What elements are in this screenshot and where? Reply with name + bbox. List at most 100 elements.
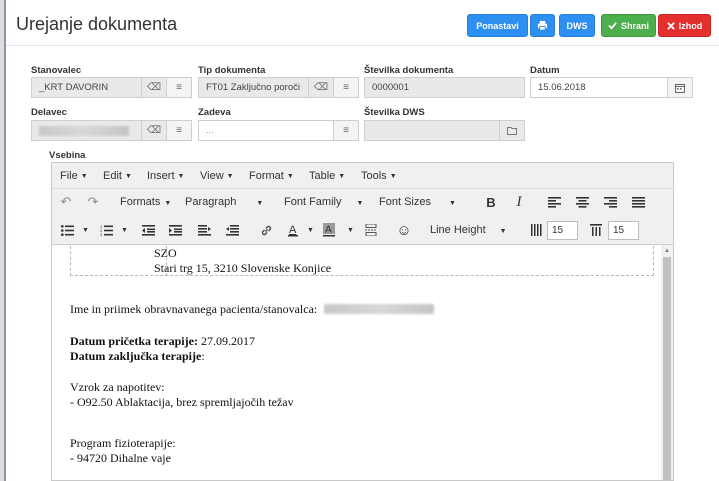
letter-spacing-icon[interactable] bbox=[527, 221, 545, 239]
worker-value-redacted bbox=[39, 125, 129, 136]
resident-field[interactable]: _KRT DAVORIN bbox=[31, 77, 142, 98]
bold-icon[interactable]: B bbox=[482, 193, 500, 211]
numbered-list-icon[interactable]: 123 bbox=[97, 221, 115, 239]
caret-down-icon: ▼ bbox=[256, 200, 264, 207]
indent-icon[interactable] bbox=[166, 221, 184, 239]
eraser-icon: ⌫ bbox=[146, 125, 162, 136]
exit-button[interactable]: Izhod bbox=[658, 14, 711, 37]
svg-text:A: A bbox=[289, 224, 297, 236]
caret-down-icon[interactable]: ▼ bbox=[121, 227, 128, 234]
formats-dropdown[interactable]: Formats ▼ bbox=[120, 196, 171, 208]
dws-button-label: DWS bbox=[566, 20, 588, 31]
menu-edit[interactable]: Edit ▼ bbox=[103, 170, 132, 182]
resident-clear-button[interactable]: ⌫ bbox=[141, 77, 167, 98]
print-button[interactable] bbox=[530, 14, 555, 37]
resident-list-button[interactable]: ≡ bbox=[166, 77, 192, 98]
org-name: SZO bbox=[154, 246, 177, 260]
line-height-input-b[interactable]: 15 bbox=[608, 221, 639, 240]
dws-button[interactable]: DWS bbox=[559, 14, 595, 37]
caret-down-icon: ▼ bbox=[164, 200, 172, 207]
menu-format[interactable]: Format ▼ bbox=[249, 170, 294, 182]
menu-view[interactable]: View ▼ bbox=[200, 170, 234, 182]
link-icon[interactable] bbox=[257, 221, 275, 239]
doc-type-field[interactable]: FT01 Zaključno poroči bbox=[198, 77, 309, 98]
caret-down-icon[interactable]: ▼ bbox=[347, 227, 354, 234]
line-height-dropdown[interactable]: Line Height ▼ bbox=[430, 224, 507, 236]
rtl-icon[interactable] bbox=[223, 221, 241, 239]
font-sizes-dropdown[interactable]: Font Sizes ▼ bbox=[379, 196, 456, 208]
doc-type-value: FT01 Zaključno poroči bbox=[206, 82, 300, 93]
worker-field[interactable] bbox=[31, 120, 142, 141]
therapy-start-label: Datum pričetka terapije: bbox=[70, 334, 198, 348]
align-justify-icon[interactable] bbox=[629, 193, 647, 211]
ltr-icon[interactable] bbox=[195, 221, 213, 239]
background-color-icon[interactable]: A bbox=[320, 221, 338, 239]
therapy-end-label: Datum zaključka terapije bbox=[70, 349, 202, 363]
menu-insert[interactable]: Insert ▼ bbox=[147, 170, 184, 182]
paragraph-label: Paragraph bbox=[185, 196, 237, 208]
caret-down-icon[interactable]: ▼ bbox=[82, 227, 89, 234]
editor-content[interactable]: SZO Stari trg 15, 3210 Slovenske Konjice… bbox=[52, 245, 661, 480]
list-icon: ≡ bbox=[176, 125, 182, 136]
caret-down-icon: ▼ bbox=[124, 173, 132, 180]
caret-down-icon: ▼ bbox=[499, 228, 507, 235]
align-right-icon[interactable] bbox=[601, 193, 619, 211]
check-icon bbox=[608, 22, 617, 30]
scroll-up-arrow-icon[interactable]: ▲ bbox=[664, 248, 670, 254]
doc-type-clear-button[interactable]: ⌫ bbox=[308, 77, 334, 98]
menu-table-label: Table bbox=[309, 170, 336, 182]
caret-down-icon: ▼ bbox=[389, 173, 397, 180]
date-field[interactable]: 15.06.2018 bbox=[530, 77, 668, 98]
subject-field[interactable]: ... bbox=[198, 120, 334, 141]
save-button[interactable]: Shrani bbox=[601, 14, 656, 37]
emoticons-icon[interactable]: ☺ bbox=[395, 221, 413, 239]
list-icon: ≡ bbox=[343, 125, 349, 136]
bullet-list-icon[interactable] bbox=[58, 221, 76, 239]
program-label: Program fizioterapije: bbox=[70, 436, 176, 450]
worker-clear-button[interactable]: ⌫ bbox=[141, 120, 167, 141]
menu-file[interactable]: File ▼ bbox=[60, 170, 88, 182]
text-color-icon[interactable]: A bbox=[284, 221, 302, 239]
caret-down-icon: ▼ bbox=[448, 200, 456, 207]
paragraph-dropdown[interactable]: Paragraph ▼ bbox=[185, 196, 263, 208]
italic-icon[interactable]: I bbox=[510, 193, 528, 211]
editor-toolbar-row-1: ↶ ↷ Formats ▼ Paragraph ▼ Font Family ▼ Fon… bbox=[52, 189, 673, 217]
menu-table[interactable]: Table ▼ bbox=[309, 170, 345, 182]
paragraph-spacing-icon[interactable] bbox=[587, 221, 605, 239]
outdent-icon[interactable] bbox=[139, 221, 157, 239]
worker-list-button[interactable]: ≡ bbox=[166, 120, 192, 141]
therapy-start-value: 27.09.2017 bbox=[197, 334, 255, 348]
print-icon bbox=[537, 20, 548, 31]
caret-down-icon[interactable]: ▼ bbox=[307, 227, 314, 234]
date-label: Datum bbox=[530, 65, 560, 76]
list-icon: ≡ bbox=[176, 82, 182, 93]
resident-label: Stanovalec bbox=[31, 65, 82, 76]
font-family-dropdown[interactable]: Font Family ▼ bbox=[284, 196, 363, 208]
rich-text-editor[interactable]: File ▼ Edit ▼ Insert ▼ View ▼ Format ▼ Table ▼… bbox=[51, 162, 674, 481]
date-picker-button[interactable] bbox=[667, 77, 693, 98]
page-title: Urejanje dokumenta bbox=[16, 14, 178, 34]
org-address: Stari trg 15, 3210 Slovenske Konjice bbox=[154, 261, 332, 275]
reset-button[interactable]: Ponastavi bbox=[467, 14, 528, 37]
page-header: Urejanje dokumenta Ponastavi DWS Shrani … bbox=[6, 0, 719, 46]
doc-number-value: 0000001 bbox=[372, 82, 409, 93]
font-family-label: Font Family bbox=[284, 196, 342, 208]
svg-text:3: 3 bbox=[100, 232, 103, 236]
menu-tools[interactable]: Tools ▼ bbox=[361, 170, 397, 182]
folder-icon bbox=[507, 127, 517, 135]
align-left-icon[interactable] bbox=[545, 193, 563, 211]
menu-tools-label: Tools bbox=[361, 170, 387, 182]
dws-browse-button[interactable] bbox=[499, 120, 525, 141]
line-height-input-a[interactable]: 15 bbox=[547, 221, 578, 240]
caret-down-icon: ▼ bbox=[226, 173, 234, 180]
page-break-icon[interactable] bbox=[362, 221, 380, 239]
doc-type-list-button[interactable]: ≡ bbox=[333, 77, 359, 98]
editor-scrollbar-thumb[interactable] bbox=[663, 257, 671, 480]
align-center-icon[interactable] bbox=[573, 193, 591, 211]
resident-value: _KRT DAVORIN bbox=[39, 82, 109, 93]
patient-label: Ime in priimek obravnavanega pacienta/st… bbox=[70, 302, 318, 316]
subject-list-button[interactable]: ≡ bbox=[333, 120, 359, 141]
undo-icon[interactable]: ↶ bbox=[57, 193, 75, 211]
redo-icon[interactable]: ↷ bbox=[84, 193, 102, 211]
list-icon: ≡ bbox=[343, 82, 349, 93]
